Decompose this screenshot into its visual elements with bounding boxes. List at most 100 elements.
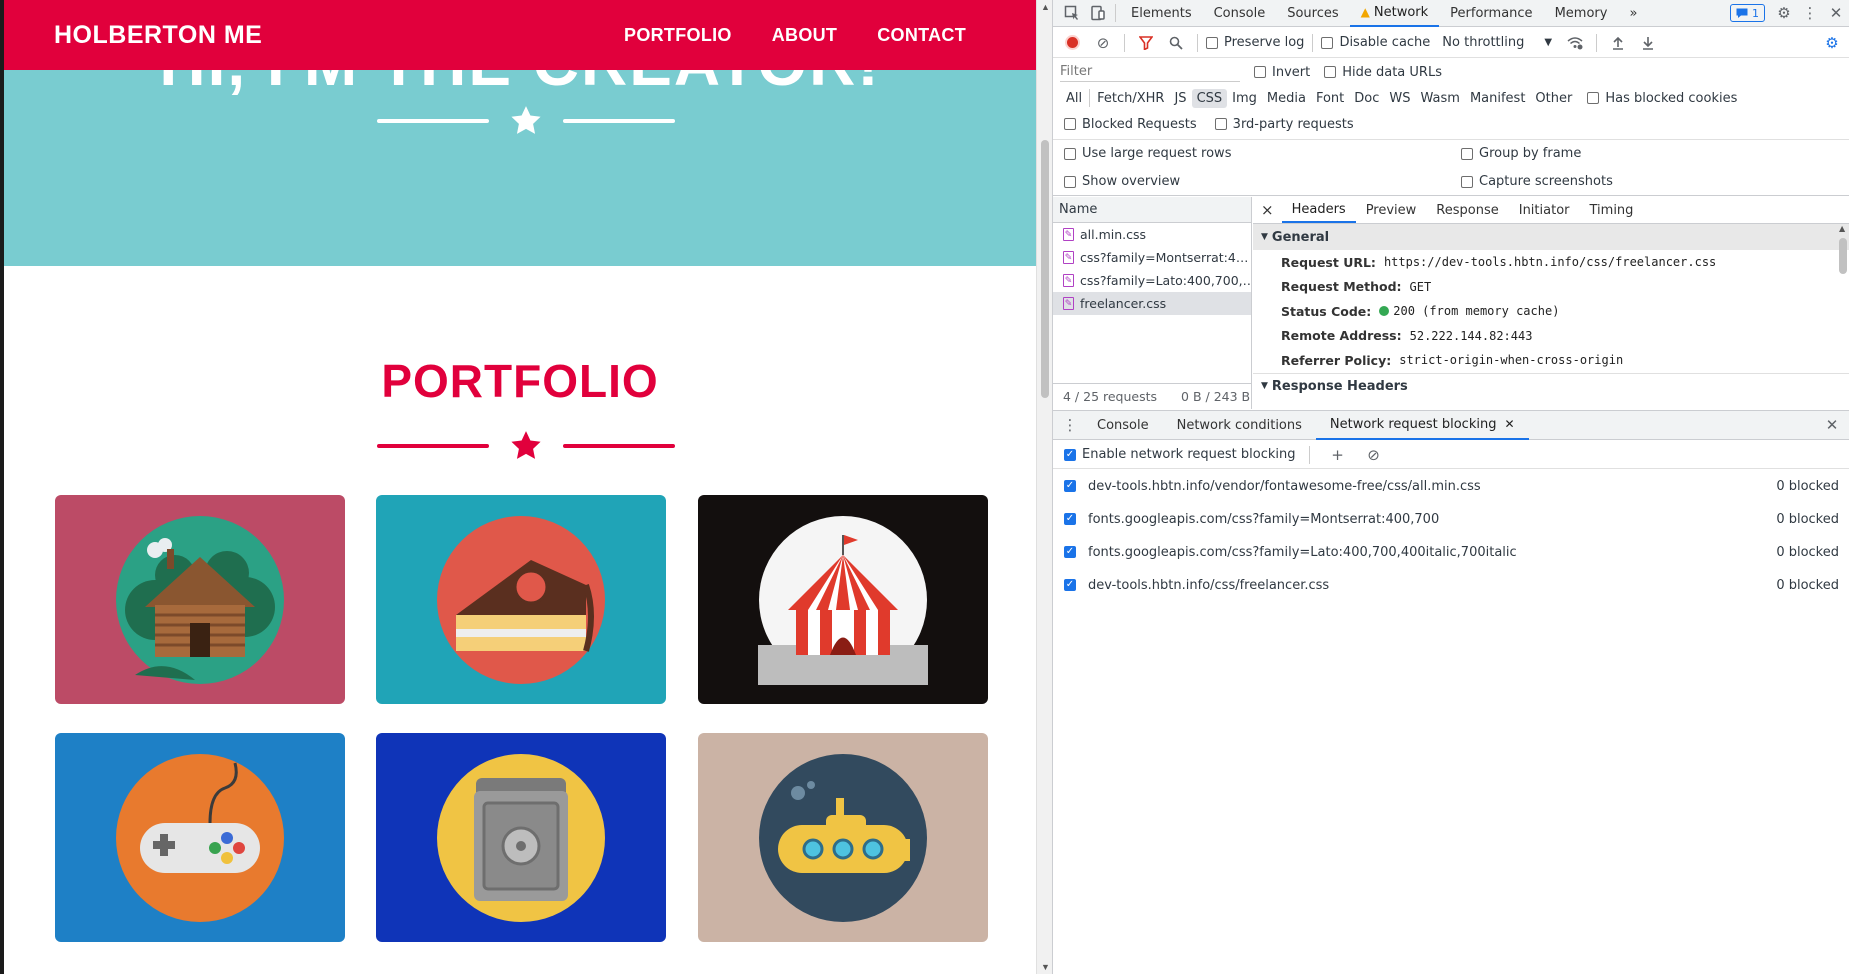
nav-link-contact[interactable]: CONTACT: [877, 25, 966, 46]
tab-headers[interactable]: Headers: [1281, 197, 1356, 223]
import-har-icon[interactable]: [1605, 30, 1631, 56]
scroll-up-arrow-icon[interactable]: ▲: [1041, 2, 1050, 12]
checkbox-box[interactable]: [1321, 36, 1334, 49]
type-filter-media[interactable]: Media: [1262, 89, 1311, 108]
request-row-selected[interactable]: ✎ freelancer.css: [1053, 292, 1251, 315]
large-rows-checkbox[interactable]: Use large request rows: [1064, 146, 1231, 161]
clear-icon[interactable]: ⊘: [1090, 30, 1116, 56]
filter-icon[interactable]: [1133, 30, 1159, 56]
filter-input[interactable]: [1060, 62, 1240, 82]
type-filter-all[interactable]: All: [1061, 89, 1087, 108]
checkbox-box[interactable]: [1461, 147, 1473, 160]
pattern-checkbox[interactable]: ✓: [1064, 546, 1076, 558]
capture-screenshots-checkbox[interactable]: Capture screenshots: [1461, 174, 1613, 189]
show-overview-checkbox[interactable]: Show overview: [1064, 174, 1180, 189]
request-row[interactable]: ✎ all.min.css: [1053, 223, 1251, 246]
has-blocked-cookies-checkbox[interactable]: Has blocked cookies: [1587, 91, 1737, 106]
checkbox-box[interactable]: [1064, 175, 1076, 188]
portfolio-item-cake[interactable]: [376, 495, 666, 704]
type-filter-manifest[interactable]: Manifest: [1465, 89, 1530, 108]
pattern-checkbox[interactable]: ✓: [1064, 579, 1076, 591]
close-tab-icon[interactable]: ✕: [1504, 417, 1514, 431]
inspect-element-icon[interactable]: [1059, 0, 1085, 26]
drawer-menu-icon[interactable]: ⋮: [1057, 412, 1083, 438]
close-details-icon[interactable]: ×: [1253, 197, 1282, 223]
scroll-up-arrow-icon[interactable]: ▲: [1839, 224, 1845, 233]
page-scrollbar[interactable]: ▲ ▼: [1036, 0, 1052, 974]
checkbox-box[interactable]: [1461, 175, 1473, 188]
settings-gear-icon[interactable]: ⚙: [1771, 0, 1797, 26]
details-scrollbar-thumb[interactable]: [1839, 238, 1847, 274]
search-icon[interactable]: [1163, 30, 1189, 56]
nav-link-portfolio[interactable]: PORTFOLIO: [624, 25, 732, 46]
add-pattern-icon[interactable]: +: [1324, 442, 1350, 468]
checkbox-box[interactable]: [1254, 66, 1266, 78]
pattern-checkbox[interactable]: ✓: [1064, 513, 1076, 525]
tab-initiator[interactable]: Initiator: [1509, 197, 1580, 223]
close-devtools-icon[interactable]: ✕: [1823, 0, 1849, 26]
more-tabs-button[interactable]: »: [1618, 0, 1648, 27]
type-filter-img[interactable]: Img: [1227, 89, 1262, 108]
nav-link-about[interactable]: ABOUT: [772, 25, 838, 46]
tab-elements[interactable]: Elements: [1120, 0, 1203, 27]
more-options-icon[interactable]: ⋮: [1797, 0, 1823, 26]
response-headers-section-header[interactable]: ▼ Response Headers: [1253, 372, 1849, 399]
pattern-checkbox[interactable]: ✓: [1064, 480, 1076, 492]
request-row[interactable]: ✎ css?family=Lato:400,700,…: [1053, 269, 1251, 292]
tab-timing[interactable]: Timing: [1580, 197, 1644, 223]
record-icon[interactable]: [1065, 35, 1080, 50]
group-by-frame-checkbox[interactable]: Group by frame: [1461, 146, 1581, 161]
blocking-pattern-row[interactable]: ✓ fonts.googleapis.com/css?family=Montse…: [1053, 503, 1849, 535]
general-section-header[interactable]: ▼ General: [1253, 224, 1849, 250]
page-scrollbar-thumb[interactable]: [1041, 140, 1049, 398]
details-scrollbar[interactable]: ▲: [1836, 224, 1849, 409]
type-filter-other[interactable]: Other: [1530, 89, 1577, 108]
type-filter-font[interactable]: Font: [1311, 89, 1349, 108]
device-toolbar-icon[interactable]: [1085, 0, 1111, 26]
drawer-tab-console[interactable]: Console: [1083, 411, 1163, 440]
tab-response[interactable]: Response: [1426, 197, 1508, 223]
close-drawer-icon[interactable]: ✕: [1819, 412, 1845, 438]
checkbox-box[interactable]: ✓: [1064, 579, 1076, 591]
site-brand[interactable]: HOLBERTON ME: [54, 21, 262, 50]
tab-preview[interactable]: Preview: [1356, 197, 1427, 223]
checkbox-box[interactable]: ✓: [1064, 480, 1076, 492]
checkbox-box[interactable]: ✓: [1064, 546, 1076, 558]
drawer-tab-network-request-blocking[interactable]: Network request blocking ✕: [1315, 411, 1529, 440]
issues-badge[interactable]: 1: [1730, 4, 1765, 22]
type-filter-wasm[interactable]: Wasm: [1416, 89, 1465, 108]
network-conditions-icon[interactable]: [1562, 30, 1588, 56]
checkbox-box[interactable]: ✓: [1064, 513, 1076, 525]
preserve-log-checkbox[interactable]: Preserve log: [1206, 35, 1304, 50]
request-list-header[interactable]: Name: [1053, 197, 1251, 223]
type-filter-css[interactable]: CSS: [1191, 88, 1228, 108]
checkbox-box[interactable]: ✓: [1064, 448, 1076, 461]
tab-console[interactable]: Console: [1203, 0, 1277, 27]
type-filter-fetch-xhr[interactable]: Fetch/XHR: [1092, 89, 1169, 108]
checkbox-box[interactable]: [1064, 118, 1076, 130]
disable-cache-checkbox[interactable]: Disable cache: [1321, 35, 1430, 50]
tab-network[interactable]: ▲ Network: [1349, 0, 1440, 27]
network-settings-gear-icon[interactable]: ⚙: [1819, 30, 1845, 56]
portfolio-item-cabin[interactable]: [55, 495, 345, 704]
enable-request-blocking-checkbox[interactable]: ✓ Enable network request blocking: [1064, 447, 1295, 462]
portfolio-item-controller[interactable]: [55, 733, 345, 942]
blocking-pattern-row[interactable]: ✓ dev-tools.hbtn.info/vendor/fontawesome…: [1053, 470, 1849, 502]
blocking-pattern-row[interactable]: ✓ fonts.googleapis.com/css?family=Lato:4…: [1053, 536, 1849, 568]
clear-patterns-icon[interactable]: ⊘: [1360, 442, 1386, 468]
scroll-down-arrow-icon[interactable]: ▼: [1041, 962, 1050, 972]
blocked-requests-checkbox[interactable]: Blocked Requests: [1064, 117, 1197, 132]
checkbox-box[interactable]: [1587, 92, 1600, 104]
tab-performance[interactable]: Performance: [1439, 0, 1543, 27]
tab-sources[interactable]: Sources: [1276, 0, 1349, 27]
hide-data-urls-checkbox[interactable]: Hide data URLs: [1324, 65, 1442, 80]
portfolio-item-safe[interactable]: [376, 733, 666, 942]
type-filter-doc[interactable]: Doc: [1349, 89, 1384, 108]
type-filter-ws[interactable]: WS: [1384, 89, 1415, 108]
blocking-pattern-row[interactable]: ✓ dev-tools.hbtn.info/css/freelancer.css…: [1053, 569, 1849, 601]
checkbox-box[interactable]: [1214, 118, 1227, 130]
checkbox-box[interactable]: [1064, 147, 1076, 160]
drawer-tab-network-conditions[interactable]: Network conditions: [1163, 411, 1316, 440]
invert-checkbox[interactable]: Invert: [1254, 65, 1310, 80]
portfolio-item-submarine[interactable]: [698, 733, 988, 942]
